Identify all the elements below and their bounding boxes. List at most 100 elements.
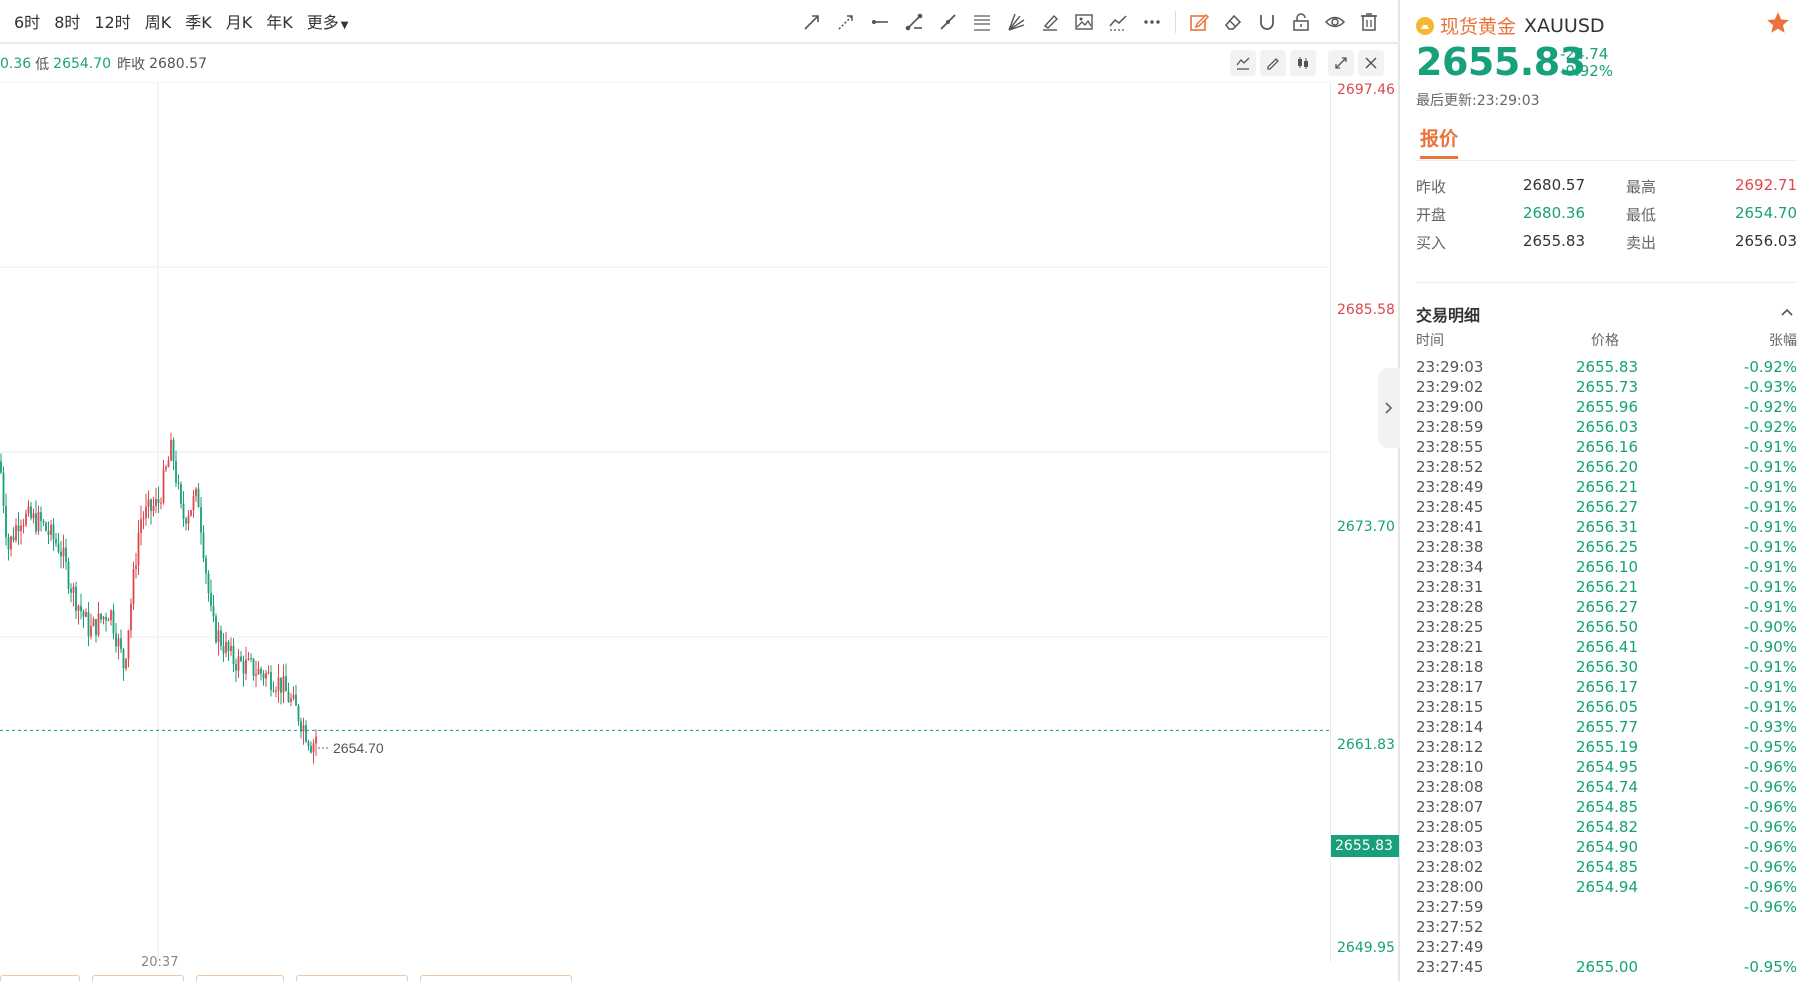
gold-coin-icon — [1416, 16, 1434, 35]
period-more-dropdown[interactable]: 更多 ▼ — [307, 9, 349, 33]
image-icon — [1075, 14, 1093, 30]
indicator-settings-button[interactable] — [1230, 50, 1256, 76]
delete-button[interactable] — [1352, 5, 1386, 39]
period-week[interactable]: 周K — [145, 9, 172, 33]
segment-tool[interactable] — [897, 5, 931, 39]
indicator-tab[interactable] — [296, 975, 408, 981]
candle-body — [282, 676, 285, 693]
draw-button[interactable] — [1260, 50, 1286, 76]
candle-body — [180, 483, 182, 504]
ray-line-tool[interactable] — [795, 5, 829, 39]
candle-body — [190, 510, 192, 516]
trade-change: -0.96% — [1743, 858, 1797, 876]
trade-price: 2656.03 — [1575, 418, 1639, 436]
candle-body — [70, 588, 72, 593]
candle-body — [117, 638, 120, 647]
period-6h[interactable]: 6时 — [14, 9, 40, 33]
candle-body — [260, 668, 262, 674]
candle-body — [155, 498, 157, 507]
candle-body — [275, 690, 277, 692]
candle-body — [225, 641, 227, 654]
indicator-tab[interactable] — [92, 975, 184, 981]
trade-change: -0.91% — [1743, 678, 1797, 696]
eraser-button[interactable] — [1216, 5, 1250, 39]
trade-row: 23:28:28 2656.27 -0.91% — [1416, 598, 1797, 618]
trade-time: 23:28:10 — [1416, 758, 1484, 776]
period-8h[interactable]: 8时 — [54, 9, 80, 33]
unlock-icon — [1293, 13, 1309, 31]
trade-time: 23:28:38 — [1416, 538, 1484, 556]
trade-time: 23:27:59 — [1416, 898, 1484, 916]
trading-app: 6时 8时 12时 周K 季K 月K 年K 更多 ▼ 0.36 低 2654.7… — [0, 0, 1811, 981]
trend-line-tool[interactable] — [931, 5, 965, 39]
trade-time: 23:28:00 — [1416, 878, 1484, 896]
trades-scrollbar[interactable] — [1800, 328, 1806, 968]
period-year[interactable]: 年K — [266, 9, 293, 33]
fibonacci-tool[interactable] — [965, 5, 999, 39]
edit-icon — [1190, 13, 1210, 31]
side-panel-toggle[interactable] — [1378, 368, 1400, 448]
candle-body — [7, 537, 10, 550]
horizontal-line-tool[interactable] — [863, 5, 897, 39]
candle-body — [2, 472, 5, 506]
tab-quote[interactable]: 报价 — [1420, 124, 1458, 151]
candle-body — [172, 439, 175, 461]
brush-tool[interactable] — [1033, 5, 1067, 39]
candlestick-chart[interactable]: 2654.70 — [0, 82, 1330, 962]
stat-value: 2656.03 — [1734, 232, 1797, 250]
candle-body — [140, 519, 142, 533]
magnet-button[interactable] — [1250, 5, 1284, 39]
period-12h[interactable]: 12时 — [94, 9, 130, 33]
candle-body — [167, 460, 170, 468]
candle-body — [210, 592, 212, 607]
candle-body — [240, 656, 242, 661]
chart-toolbar: 6时 8时 12时 周K 季K 月K 年K 更多 ▼ — [0, 0, 1400, 44]
candle-style-button[interactable] — [1290, 50, 1316, 76]
trade-row: 23:29:02 2655.73 -0.93% — [1416, 378, 1797, 398]
indicator-tool[interactable] — [1101, 5, 1135, 39]
close-panel-button[interactable] — [1358, 50, 1384, 76]
trade-time: 23:29:02 — [1416, 378, 1484, 396]
period-month[interactable]: 月K — [226, 9, 253, 33]
period-quarter[interactable]: 季K — [185, 9, 212, 33]
trade-row: 23:28:49 2656.21 -0.91% — [1416, 478, 1797, 498]
col-time: 时间 — [1416, 333, 1444, 349]
chevron-up-icon[interactable] — [1779, 304, 1795, 320]
visibility-button[interactable] — [1318, 5, 1352, 39]
eye-icon — [1324, 16, 1346, 28]
more-tools-button[interactable] — [1135, 5, 1169, 39]
trade-change: -0.91% — [1743, 538, 1797, 556]
candle-body — [212, 606, 215, 617]
dashed-ray-tool[interactable] — [829, 5, 863, 39]
close-icon — [1365, 57, 1377, 69]
indicator-tab[interactable] — [196, 975, 284, 981]
indicator-tab[interactable] — [0, 975, 80, 981]
trade-price: 2656.20 — [1575, 458, 1639, 476]
candle-body — [295, 694, 297, 706]
edit-drawing-button[interactable] — [1182, 5, 1216, 39]
candle-body — [272, 690, 275, 692]
trade-row: 23:28:41 2656.31 -0.91% — [1416, 518, 1797, 538]
gann-fan-tool[interactable] — [999, 5, 1033, 39]
trade-price: 2656.10 — [1575, 558, 1639, 576]
trade-change: -0.92% — [1743, 398, 1797, 416]
trade-row: 23:28:45 2656.27 -0.91% — [1416, 498, 1797, 518]
trade-time: 23:28:59 — [1416, 418, 1484, 436]
collapse-button[interactable] — [1328, 50, 1354, 76]
lock-button[interactable] — [1284, 5, 1318, 39]
trade-change: -0.91% — [1743, 578, 1797, 596]
favorite-star-icon[interactable] — [1765, 10, 1791, 36]
indicator-tab[interactable] — [420, 975, 572, 981]
trade-row: 23:28:25 2656.50 -0.90% — [1416, 618, 1797, 638]
price-axis-label: 2649.95 — [1337, 940, 1395, 956]
stat-label: 最高 — [1626, 178, 1657, 196]
candle-body — [290, 698, 292, 703]
trade-change: -0.95% — [1743, 738, 1797, 756]
price-axis-label: 2661.83 — [1337, 737, 1395, 753]
candle-body — [55, 539, 57, 544]
image-tool[interactable] — [1067, 5, 1101, 39]
trade-price: 2655.00 — [1575, 958, 1639, 976]
candle-body — [160, 502, 162, 504]
trade-price: 2655.96 — [1575, 398, 1639, 416]
candle-body — [242, 660, 245, 674]
